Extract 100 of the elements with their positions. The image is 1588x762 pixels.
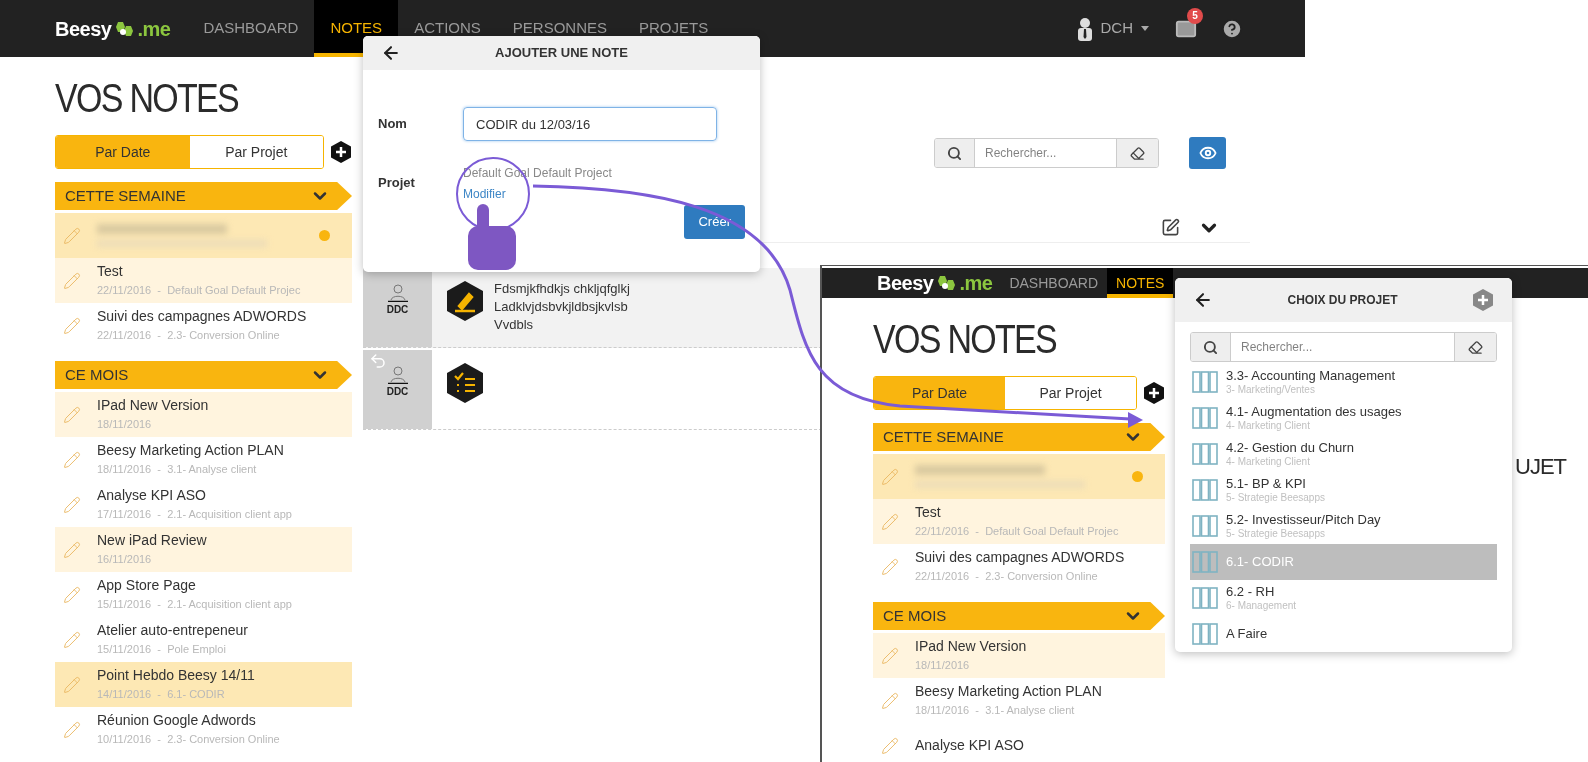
view-button[interactable] — [1189, 137, 1226, 169]
note-text-line: Fdsmjkfhdkjs chkljqfglkj — [494, 280, 630, 298]
hand-cursor-icon — [468, 204, 516, 270]
pencil-icon — [881, 646, 899, 665]
add-icon[interactable] — [330, 140, 352, 164]
toggle-button[interactable]: Par Date — [56, 136, 190, 168]
note-item[interactable]: New iPad Review 16/11/2016 — [55, 527, 352, 572]
project-title: 3.3- Accounting Management — [1226, 367, 1396, 384]
note-item[interactable]: Point Hebdo Beesy 14/11 14/11/2016 - 6.1- CODIR — [55, 662, 352, 707]
note-meta: 22/11/2016 - 2.3- Conversion Online — [915, 569, 1099, 584]
note-item[interactable]: Test 22/11/2016 - Default Goal Default Projec — [873, 499, 1165, 544]
note-title: Beesy Marketing Action PLAN — [915, 683, 1103, 701]
note-meta: 16/11/2016 — [97, 552, 153, 567]
add-icon[interactable] — [1143, 381, 1165, 405]
back-icon[interactable] — [381, 43, 401, 63]
logo-text: .me — [959, 271, 993, 296]
pencil-icon — [63, 585, 81, 604]
binder-icon — [1192, 587, 1218, 609]
pencil-icon — [63, 450, 81, 469]
note-text-line: Vvdbls — [494, 316, 535, 334]
note-title: Point Hebdo Beesy 14/11 — [97, 667, 256, 685]
note-title: New iPad Review — [97, 532, 208, 550]
section-header[interactable]: CETTE SEMAINE — [873, 423, 1165, 451]
project-subtitle: 4- Marketing Client — [1226, 455, 1311, 469]
nav-tab[interactable]: DASHBOARD — [187, 0, 315, 57]
note-title: Test — [915, 504, 942, 522]
note-meta: 10/11/2016 - 2.3- Conversion Online — [97, 732, 281, 747]
note-title: Atelier auto-entrepeneur — [97, 622, 249, 640]
modify-link[interactable]: Modifier — [463, 184, 506, 205]
search-icon[interactable] — [947, 145, 962, 161]
note-meta: 18/11/2016 — [915, 658, 971, 673]
project-subtitle: 5- Strategie Beesapps — [1226, 491, 1325, 505]
pencil-icon — [63, 271, 81, 290]
eraser-icon[interactable] — [1468, 339, 1483, 355]
logo-hexagons-icon — [935, 274, 958, 292]
logo-hexagons-icon — [113, 19, 136, 38]
project-title: A Faire — [1226, 625, 1268, 643]
toggle-button[interactable]: Par Date — [874, 377, 1005, 409]
pencil-icon — [63, 675, 81, 694]
user-icon[interactable] — [1076, 16, 1093, 41]
name-input[interactable]: CODIR du 12/03/16 — [463, 107, 717, 141]
project-title: 5.1- BP & KPI — [1226, 475, 1307, 492]
search-field[interactable]: Rechercher... — [934, 138, 1159, 168]
note-meta: 15/11/2016 - 2.1- Acquisition client app — [97, 597, 293, 612]
note-meta: 18/11/2016 - 3.1- Analyse client — [97, 462, 258, 477]
note-title: Réunion Google Adwords — [97, 712, 257, 730]
back-icon[interactable] — [1193, 290, 1213, 310]
search-input[interactable]: Rechercher... — [975, 139, 1116, 167]
project-title: 4.2- Gestion du Churn — [1226, 439, 1354, 456]
note-title: IPad New Version — [915, 638, 1028, 656]
note-item[interactable]: IPad New Version 18/11/2016 — [55, 392, 352, 437]
section-header[interactable]: CETTE SEMAINE — [55, 182, 352, 210]
note-meta: 18/11/2016 - 3.1- Analyse client — [915, 703, 1076, 718]
author-initials: DDC — [386, 303, 409, 317]
note-item[interactable]: Test 22/11/2016 - Default Goal Default Projec — [55, 258, 352, 303]
help-icon[interactable] — [1221, 17, 1243, 40]
binder-icon — [1192, 443, 1218, 465]
search-field[interactable]: Rechercher... — [1190, 332, 1497, 362]
section-header[interactable]: CE MOIS — [873, 602, 1165, 630]
note-title: Beesy Marketing Action PLAN — [97, 442, 285, 460]
note-title: Suivi des campagnes ADWORDS — [915, 549, 1126, 567]
logo-text: Beesy — [877, 271, 934, 296]
nav-tab[interactable]: NOTES — [1107, 268, 1174, 298]
note-item[interactable]: IPad New Version 18/11/2016 — [873, 633, 1165, 678]
project-subtitle: 3- Marketing/Ventes — [1226, 383, 1316, 397]
pencil-icon — [63, 630, 81, 649]
pencil-icon — [63, 720, 81, 739]
person-icon — [387, 284, 408, 302]
note-meta: 14/11/2016 - 6.1- CODIR — [97, 687, 226, 702]
note-text-line: Ladklvjdsbvkjldbsjkvlsb — [494, 298, 629, 316]
note-title: Analyse KPI ASO — [97, 487, 207, 505]
eraser-icon[interactable] — [1130, 145, 1145, 161]
pencil-icon — [63, 316, 81, 335]
project-title: 6.2 - RH — [1226, 583, 1276, 600]
user-name[interactable]: DCH — [1100, 17, 1133, 40]
caret-icon[interactable] — [1141, 26, 1149, 31]
project-subtitle: 5- Strategie Beesapps — [1226, 527, 1326, 541]
note-hexagon-icon — [446, 280, 484, 322]
note-title: Suivi des campagnes ADWORDS — [97, 308, 308, 326]
create-button[interactable]: Créer — [684, 205, 745, 239]
note-meta: 18/11/2016 — [97, 417, 153, 432]
search-icon[interactable] — [1203, 339, 1218, 355]
section-header[interactable]: CE MOIS — [55, 361, 352, 389]
project-title: 5.2- Investisseur/Pitch Day — [1226, 511, 1381, 528]
note-title: Analyse KPI ASO — [915, 736, 1025, 755]
logo-text: .me — [137, 16, 171, 42]
project-title: 4.1- Augmentation des usages — [1226, 403, 1402, 420]
heading-fragment: UJET — [1515, 453, 1566, 481]
page-title: VOS NOTES — [55, 77, 240, 119]
note-title: IPad New Version — [97, 397, 210, 415]
checklist-hexagon-icon — [446, 362, 484, 404]
pencil-icon — [63, 540, 81, 559]
pencil-icon — [881, 512, 899, 531]
nav-tab[interactable]: DASHBOARD — [1000, 268, 1108, 298]
note-meta: 22/11/2016 - Default Goal Default Projec — [97, 283, 302, 298]
page-title: VOS NOTES — [873, 318, 1058, 360]
search-input[interactable]: Rechercher... — [1231, 333, 1454, 361]
edit-icon[interactable] — [1161, 218, 1180, 237]
pencil-icon — [881, 736, 899, 755]
pencil-icon — [63, 226, 81, 245]
